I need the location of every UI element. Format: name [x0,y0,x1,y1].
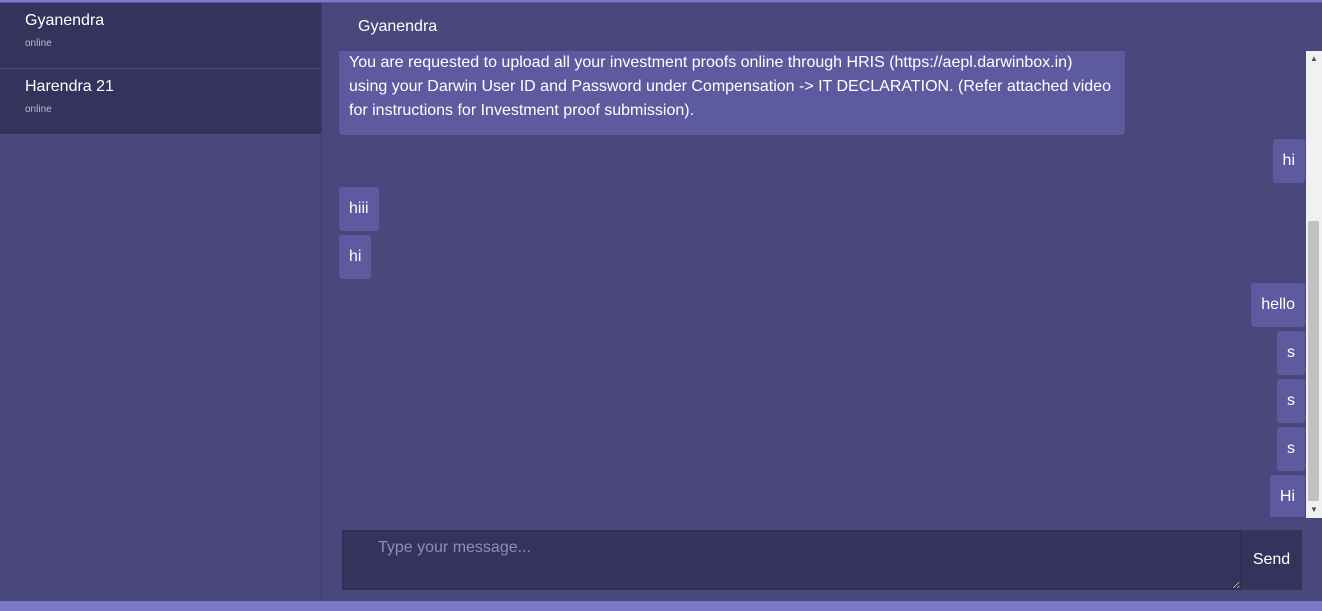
bottom-accent-bar [0,601,1322,611]
scroll-thumb[interactable] [1308,221,1319,501]
chat-panel: Gyanendra You are requested to upload al… [322,3,1322,602]
chat-title: Gyanendra [358,18,438,35]
message-bubble-outgoing: s [1277,331,1305,375]
message-bubble-incoming: hi [339,235,372,279]
message-bubble-outgoing: hello [1251,283,1305,327]
message-bubble-outgoing: s [1277,379,1305,423]
contact-name: Gyanendra [25,12,105,29]
message-bubble-outgoing: s [1277,427,1305,471]
message-scrollbar[interactable]: ▲ ▼ [1306,51,1322,518]
message-bubble-outgoing: hi [1272,139,1305,183]
scroll-down-icon[interactable]: ▼ [1306,502,1322,518]
contact-name: Harendra 21 [25,78,114,95]
message-bubble-outgoing: Hi [1269,475,1305,517]
message-composer: Send [342,530,1302,590]
chat-app: Gyanendra online Harendra 21 online Gyan… [0,2,1322,602]
contact-item-harendra-21[interactable]: Harendra 21 online [0,69,321,135]
contact-item-gyanendra[interactable]: Gyanendra online [0,3,321,69]
scroll-up-icon[interactable]: ▲ [1306,51,1322,67]
message-bubble-incoming: You are requested to upload all your inv… [339,51,1125,135]
message-bubble-incoming: hiii [339,187,379,231]
contact-status: online [25,38,52,49]
send-button[interactable]: Send [1241,530,1302,590]
contact-status: online [25,104,52,115]
contacts-sidebar: Gyanendra online Harendra 21 online [0,3,322,602]
message-list[interactable]: You are requested to upload all your inv… [322,51,1307,517]
message-input[interactable] [342,530,1241,590]
